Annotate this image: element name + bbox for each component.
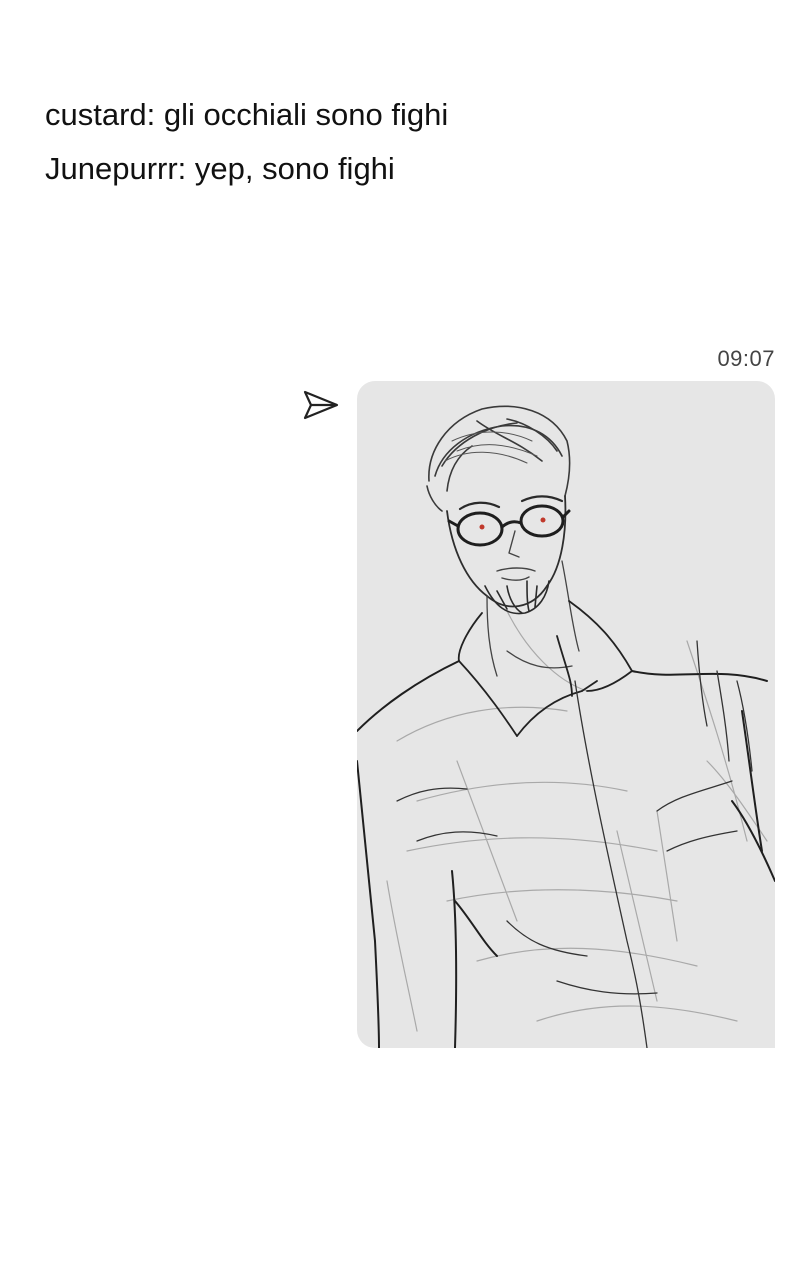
image-message-bubble[interactable] — [357, 381, 775, 1048]
caption-line-junepurrr: Junepurrr: yep, sono fighi — [45, 151, 395, 186]
message-timestamp: 09:07 — [717, 346, 775, 371]
chat-caption: custard: gli occhiali sono fighi Junepur… — [45, 88, 745, 196]
caption-line-custard: custard: gli occhiali sono fighi — [45, 97, 449, 132]
sketch-image — [357, 405, 775, 1048]
paper-plane-icon — [302, 388, 340, 422]
